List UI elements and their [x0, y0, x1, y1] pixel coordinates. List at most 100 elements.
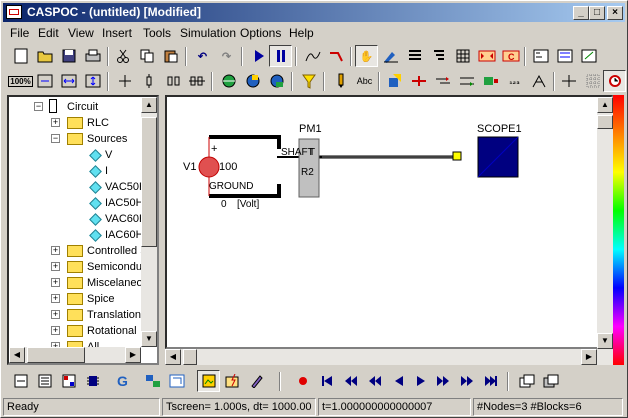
back-icon[interactable]: [363, 370, 386, 392]
new-icon[interactable]: [9, 45, 32, 67]
fast-back-icon[interactable]: [339, 370, 362, 392]
tree-leaf[interactable]: I: [9, 163, 141, 179]
run-icon[interactable]: [247, 45, 270, 67]
pencil-icon[interactable]: [245, 370, 268, 392]
tree-folder[interactable]: + Controlled S: [9, 243, 148, 259]
expand-icon[interactable]: +: [51, 310, 60, 319]
windows-icon[interactable]: [539, 370, 562, 392]
tree-folder[interactable]: + RLC: [9, 115, 141, 131]
height-icon[interactable]: [81, 70, 104, 92]
redo-icon[interactable]: ↷: [215, 45, 238, 67]
menu-insert[interactable]: Insert: [102, 26, 132, 40]
numbers-icon[interactable]: ₁₂₃: [503, 70, 526, 92]
scroll-right-button[interactable]: ▶: [125, 347, 141, 363]
funnel-icon[interactable]: [297, 70, 320, 92]
step-fwd-icon[interactable]: [431, 370, 454, 392]
menu-file[interactable]: File: [10, 26, 29, 40]
canvas-vertical-scrollbar[interactable]: ▲ ▼: [597, 97, 613, 349]
window-icon[interactable]: [515, 370, 538, 392]
print-icon[interactable]: [81, 45, 104, 67]
view-icon[interactable]: [197, 370, 220, 392]
paste-icon[interactable]: [159, 45, 182, 67]
fast-fwd-icon[interactable]: [455, 370, 478, 392]
node-icon[interactable]: [137, 70, 160, 92]
lightning-icon[interactable]: [221, 370, 244, 392]
play-icon[interactable]: [409, 370, 432, 392]
grid2-icon[interactable]: [581, 70, 604, 92]
record-icon[interactable]: [291, 370, 314, 392]
zoom100-icon[interactable]: 100%: [8, 70, 33, 92]
voltage-source-symbol[interactable]: [198, 156, 220, 178]
canvas-scroll-left[interactable]: ◀: [165, 349, 181, 365]
undo-icon[interactable]: ↶: [191, 45, 214, 67]
scope-icon[interactable]: [301, 45, 324, 67]
schematic-icon[interactable]: [9, 370, 32, 392]
tree-folder[interactable]: + Semiconduc: [9, 259, 148, 275]
expand-icon[interactable]: +: [51, 326, 60, 335]
expand-icon[interactable]: +: [51, 262, 60, 271]
close-button[interactable]: ×: [607, 6, 623, 20]
menu-help[interactable]: Help: [289, 26, 314, 40]
table-icon[interactable]: [475, 45, 498, 67]
align-icon[interactable]: [161, 70, 184, 92]
width-icon[interactable]: [57, 70, 80, 92]
schematic-canvas[interactable]: + V1 100 GROUND 0 [Volt] PM1 SHAFT T R2 …: [165, 95, 613, 349]
scroll-up-button[interactable]: ▲: [141, 97, 157, 113]
hscroll-thumb[interactable]: [27, 347, 85, 363]
collapse-icon[interactable]: −: [51, 134, 60, 143]
wire-v-icon[interactable]: [431, 70, 454, 92]
tree-leaf[interactable]: IAC60H: [9, 227, 144, 243]
canvas-scroll-up[interactable]: ▲: [597, 97, 613, 113]
expand-icon[interactable]: +: [51, 294, 60, 303]
pencil-icon[interactable]: [329, 70, 352, 92]
tree-leaf[interactable]: IAC50H: [9, 195, 144, 211]
canvas-scroll-down[interactable]: ▼: [597, 333, 613, 349]
color-palette[interactable]: [613, 95, 624, 365]
maximize-button[interactable]: □: [589, 6, 605, 20]
expand-icon[interactable]: +: [51, 118, 60, 127]
wire-h-icon[interactable]: [455, 70, 478, 92]
tree-horizontal-scrollbar[interactable]: ◀ ▶: [9, 347, 141, 363]
minimize-button[interactable]: _: [573, 6, 589, 20]
step-back-icon[interactable]: [387, 370, 410, 392]
menu-simulation[interactable]: Simulation: [180, 26, 236, 40]
caspoc-app-icon[interactable]: [6, 5, 22, 19]
distribute-icon[interactable]: [185, 70, 208, 92]
net2-icon[interactable]: [165, 370, 188, 392]
component-library-tree[interactable]: − Circuit + RLC − Sources V I VAC50H IAC50H VAC6…: [7, 95, 159, 365]
globe-icon[interactable]: [217, 70, 240, 92]
tree-folder[interactable]: + Miscelaneou: [9, 275, 149, 291]
tree-folder[interactable]: + Rotational: [9, 323, 141, 339]
save-icon[interactable]: [57, 45, 80, 67]
wire-top[interactable]: [209, 135, 281, 149]
open-icon[interactable]: [33, 45, 56, 67]
tree-leaf[interactable]: VAC50H: [9, 179, 147, 195]
copy-icon[interactable]: [135, 45, 158, 67]
canvas-scroll-right[interactable]: ▶: [581, 349, 597, 365]
canvas-vscroll-thumb[interactable]: [597, 115, 613, 129]
antenna-icon[interactable]: [527, 70, 550, 92]
rotate-icon[interactable]: [383, 70, 406, 92]
last-icon[interactable]: [479, 370, 502, 392]
tree-vertical-scrollbar[interactable]: ▲ ▼: [141, 97, 157, 347]
canvas-hscroll-thumb[interactable]: [183, 349, 197, 365]
cut-icon[interactable]: [111, 45, 134, 67]
connect-icon[interactable]: [553, 45, 576, 67]
fit-icon[interactable]: [33, 70, 56, 92]
menu-tools[interactable]: Tools: [143, 26, 171, 40]
scroll-left-button[interactable]: ◀: [9, 347, 25, 363]
menu-edit[interactable]: Edit: [38, 26, 59, 40]
scroll-down-button[interactable]: ▼: [141, 331, 157, 347]
scroll-thumb[interactable]: [141, 117, 157, 247]
first-icon[interactable]: [315, 370, 338, 392]
expand-icon[interactable]: +: [51, 278, 60, 287]
hand-icon[interactable]: ✋: [355, 45, 378, 67]
rename-icon[interactable]: [325, 45, 348, 67]
tree-folder[interactable]: + Translation: [9, 307, 141, 323]
tree-leaf[interactable]: VAC60H: [9, 211, 147, 227]
tree-folder[interactable]: − Sources: [9, 131, 141, 147]
globe2-icon[interactable]: [241, 70, 264, 92]
chip-icon[interactable]: [81, 370, 104, 392]
tree-folder[interactable]: + Spice: [9, 291, 141, 307]
menu-options[interactable]: Options: [240, 26, 281, 40]
